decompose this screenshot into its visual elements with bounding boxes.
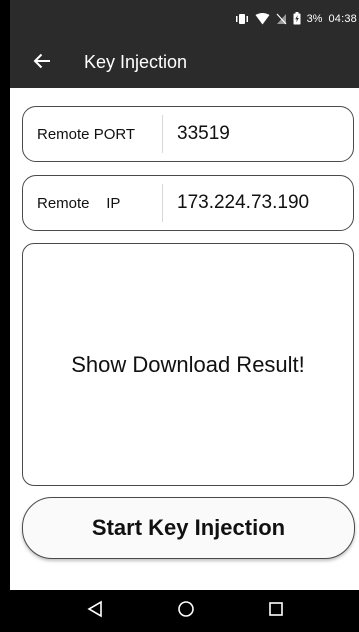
nav-back-icon xyxy=(87,600,103,623)
arrow-left-icon xyxy=(33,53,51,74)
phone-screen: 3% 04:38 Key Injection Remote PORT 33519… xyxy=(10,0,359,632)
page-title: Key Injection xyxy=(84,52,188,72)
back-button[interactable] xyxy=(28,50,56,76)
battery-percent: 3% xyxy=(306,12,323,25)
status-icons: 3% 04:38 xyxy=(235,12,357,25)
battery-charging-icon xyxy=(293,12,301,25)
nav-recents-button[interactable] xyxy=(264,600,288,622)
remote-port-field: Remote PORT 33519 xyxy=(22,106,354,162)
start-key-injection-button[interactable]: Start Key Injection xyxy=(22,497,355,559)
field-divider xyxy=(162,115,163,153)
remote-ip-field: Remote IP 173.224.73.190 xyxy=(22,175,354,231)
app-bar: Key Injection xyxy=(10,38,359,88)
remote-port-input[interactable]: 33519 xyxy=(177,107,347,161)
status-time: 04:38 xyxy=(328,12,357,25)
vibrate-icon xyxy=(235,13,249,25)
remote-ip-input[interactable]: 173.224.73.190 xyxy=(177,176,347,230)
no-sim-icon xyxy=(276,13,287,25)
nav-home-button[interactable] xyxy=(174,600,198,622)
navigation-bar xyxy=(10,590,359,632)
download-result-box: Show Download Result! xyxy=(22,243,354,486)
nav-home-icon xyxy=(177,600,195,623)
wifi-icon xyxy=(255,12,270,25)
status-bar: 3% 04:38 xyxy=(10,0,359,38)
remote-port-label: Remote PORT xyxy=(37,125,136,143)
field-divider xyxy=(162,184,163,222)
remote-ip-label: Remote IP xyxy=(37,194,121,212)
download-result-text: Show Download Result! xyxy=(71,351,305,377)
nav-recents-icon xyxy=(268,601,284,622)
nav-back-button[interactable] xyxy=(83,600,107,622)
